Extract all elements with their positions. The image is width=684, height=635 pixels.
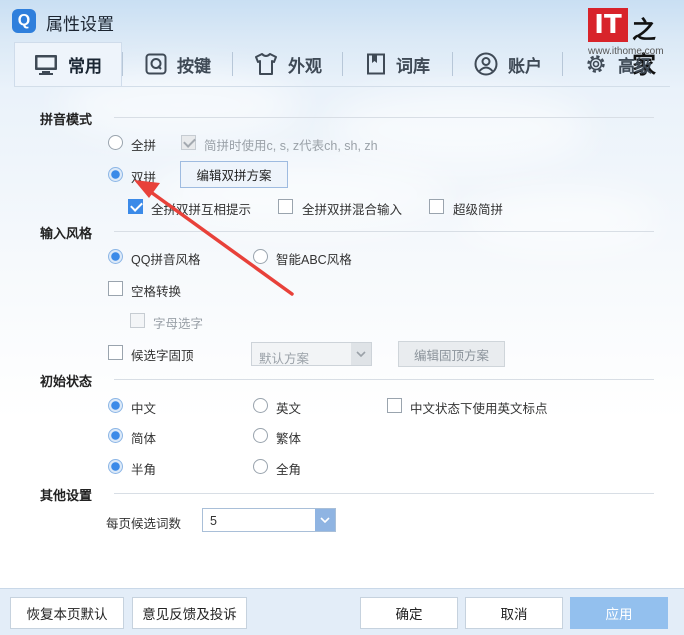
footer-bar: 恢复本页默认 意见反馈及投诉 确定 取消 应用 — [0, 588, 684, 635]
tab-separator — [452, 52, 453, 76]
key-q-icon — [145, 53, 167, 75]
apply-button[interactable]: 应用 — [570, 597, 668, 629]
section-initial-state-title: 初始状态 — [40, 374, 93, 389]
tab-account[interactable]: 账户 — [454, 42, 562, 86]
space-convert-label: 空格转换 — [131, 285, 182, 299]
tab-appearance-label: 外观 — [288, 56, 322, 76]
ithome-logo-it: IT — [588, 8, 628, 42]
tab-dictionary-label: 词库 — [396, 56, 430, 76]
divider — [114, 493, 654, 494]
section-other-title: 其他设置 — [40, 488, 93, 503]
super-jianpin-checkbox[interactable] — [429, 199, 444, 214]
qq-style-radio[interactable] — [108, 249, 123, 264]
top-scheme-select[interactable]: 默认方案 — [251, 342, 372, 366]
window-title: 属性设置 — [46, 15, 114, 34]
mixed-input-label: 全拼双拼混合输入 — [302, 203, 403, 217]
full-pinyin-label: 全拼 — [131, 139, 157, 153]
chevron-down-icon — [315, 509, 335, 531]
full-width-label: 全角 — [276, 463, 302, 477]
jianpin-hint-checkbox[interactable] — [181, 135, 196, 150]
english-punct-label: 中文状态下使用英文标点 — [410, 402, 548, 416]
full-width-radio[interactable] — [253, 459, 268, 474]
tab-separator — [562, 52, 563, 76]
tab-keys[interactable]: 按键 — [124, 42, 232, 86]
settings-panel: 拼音模式 全拼 简拼时使用c, s, z代表ch, sh, zh 双拼 编辑双拼… — [14, 86, 670, 588]
tab-separator — [342, 52, 343, 76]
candidate-top-label: 候选字固顶 — [131, 349, 194, 363]
tab-bar: 常用 按键 外观 词库 账户 高级 — [14, 42, 670, 86]
jianpin-hint-label: 简拼时使用c, s, z代表ch, sh, zh — [204, 139, 378, 153]
title-bar: Q 属性设置 — [0, 0, 684, 42]
shuangpin-radio[interactable] — [108, 167, 123, 182]
english-radio[interactable] — [253, 398, 268, 413]
ok-button[interactable]: 确定 — [360, 597, 458, 629]
space-convert-checkbox[interactable] — [108, 281, 123, 296]
traditional-label: 繁体 — [276, 432, 302, 446]
tab-common-label: 常用 — [68, 57, 102, 76]
per-page-label: 每页候选词数 — [106, 517, 182, 531]
edit-shuangpin-button[interactable]: 编辑双拼方案 — [180, 161, 288, 188]
abc-style-radio[interactable] — [253, 249, 268, 264]
english-punct-checkbox[interactable] — [387, 398, 402, 413]
monitor-icon — [34, 54, 58, 76]
super-jianpin-label: 超级简拼 — [453, 203, 504, 217]
tab-appearance[interactable]: 外观 — [234, 42, 342, 86]
mixed-input-checkbox[interactable] — [278, 199, 293, 214]
top-scheme-value: 默认方案 — [259, 352, 310, 366]
tab-account-label: 账户 — [508, 56, 542, 76]
book-icon — [366, 53, 386, 75]
feedback-button[interactable]: 意见反馈及投诉 — [132, 597, 247, 629]
restore-defaults-button[interactable]: 恢复本页默认 — [10, 597, 124, 629]
tab-common[interactable]: 常用 — [14, 42, 122, 86]
tab-dictionary[interactable]: 词库 — [344, 42, 452, 86]
qq-style-label: QQ拼音风格 — [131, 253, 201, 267]
shuangpin-label: 双拼 — [131, 171, 157, 185]
tshirt-icon — [254, 53, 278, 75]
chevron-down-icon — [351, 343, 371, 365]
simplified-radio[interactable] — [108, 428, 123, 443]
user-icon — [474, 52, 498, 76]
divider — [114, 117, 654, 118]
english-label: 英文 — [276, 402, 302, 416]
full-pinyin-radio[interactable] — [108, 135, 123, 150]
per-page-value: 5 — [210, 514, 217, 528]
settings-window: Q 属性设置 IT 之家 www.ithome.com 常用 按键 外观 词库 … — [0, 0, 684, 635]
edit-top-scheme-button[interactable]: 编辑固顶方案 — [398, 341, 505, 367]
letter-select-checkbox[interactable] — [130, 313, 145, 328]
tab-separator — [122, 52, 123, 76]
divider — [114, 379, 654, 380]
tab-advanced[interactable]: 高级 — [564, 42, 672, 86]
mutual-hint-checkbox[interactable] — [128, 199, 143, 214]
divider — [114, 231, 654, 232]
traditional-radio[interactable] — [253, 428, 268, 443]
section-pinyin-mode-title: 拼音模式 — [40, 112, 93, 127]
cancel-button[interactable]: 取消 — [465, 597, 563, 629]
simplified-label: 简体 — [131, 432, 157, 446]
tab-separator — [232, 52, 233, 76]
candidate-top-checkbox[interactable] — [108, 345, 123, 360]
tab-keys-label: 按键 — [177, 56, 211, 76]
letter-select-label: 字母选字 — [153, 317, 204, 331]
chinese-radio[interactable] — [108, 398, 123, 413]
tab-advanced-label: 高级 — [618, 56, 652, 76]
chinese-label: 中文 — [131, 402, 157, 416]
mutual-hint-label: 全拼双拼互相提示 — [151, 203, 252, 217]
abc-style-label: 智能ABC风格 — [276, 253, 352, 267]
half-width-radio[interactable] — [108, 459, 123, 474]
gear-icon — [584, 52, 608, 76]
section-input-style-title: 输入风格 — [40, 226, 93, 241]
per-page-select[interactable]: 5 — [202, 508, 336, 532]
app-icon: Q — [12, 9, 36, 33]
half-width-label: 半角 — [131, 463, 157, 477]
